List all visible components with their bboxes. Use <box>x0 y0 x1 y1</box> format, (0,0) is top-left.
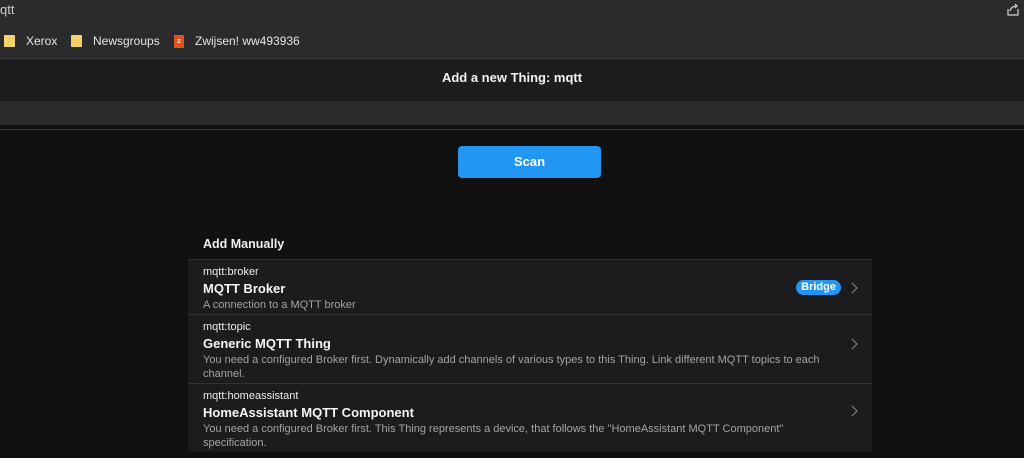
bookmark-label: Xerox <box>26 34 58 48</box>
thing-type-id: mqtt:homeassistant <box>203 390 299 402</box>
bookmark-xerox[interactable]: Xerox <box>4 34 57 48</box>
chevron-right-icon <box>846 338 858 350</box>
url-text[interactable]: qtt <box>0 2 14 17</box>
thing-type-description: You need a configured Broker first. Dyna… <box>203 354 820 380</box>
page-title: Add a new Thing: mqtt <box>441 70 583 85</box>
bookmark-newsgroups[interactable]: Newsgroups <box>71 34 160 48</box>
chevron-right-icon <box>846 405 858 417</box>
thing-type-description: You need a configured Broker first. This… <box>203 423 784 449</box>
list-item-mqtt-homeassistant[interactable]: mqtt:homeassistant HomeAssistant MQTT Co… <box>188 383 872 452</box>
section-title-add-manually: Add Manually <box>203 237 285 251</box>
thing-type-name: MQTT Broker <box>203 281 286 296</box>
chevron-right-icon <box>846 282 858 294</box>
bookmarks-bar: Xerox Newsgroups z Zwijsen! ww493936 <box>0 23 1024 59</box>
subnav-bar <box>0 101 1024 125</box>
page-header: Add a new Thing: mqtt <box>0 59 1024 101</box>
thing-type-name: Generic MQTT Thing <box>203 336 331 351</box>
folder-icon <box>71 35 82 47</box>
bridge-badge: Bridge <box>796 280 841 295</box>
share-icon[interactable] <box>1006 3 1020 17</box>
thing-type-list: mqtt:broker MQTT Broker A connection to … <box>188 259 872 452</box>
folder-icon <box>4 35 15 47</box>
thing-type-id: mqtt:broker <box>203 266 259 278</box>
bookmark-zwijsen[interactable]: z Zwijsen! ww493936 <box>174 34 300 48</box>
scan-button[interactable]: Scan <box>458 146 601 178</box>
thing-type-name: HomeAssistant MQTT Component <box>203 405 414 420</box>
bookmark-label: Newsgroups <box>93 34 160 48</box>
list-item-mqtt-topic[interactable]: mqtt:topic Generic MQTT Thing You need a… <box>188 314 872 383</box>
list-item-mqtt-broker[interactable]: mqtt:broker MQTT Broker A connection to … <box>188 259 872 314</box>
bookmark-label: Zwijsen! ww493936 <box>195 34 300 48</box>
divider <box>0 129 1024 130</box>
thing-type-id: mqtt:topic <box>203 321 251 333</box>
address-bar[interactable]: qtt <box>0 0 1024 23</box>
zwijsen-favicon: z <box>174 34 184 48</box>
